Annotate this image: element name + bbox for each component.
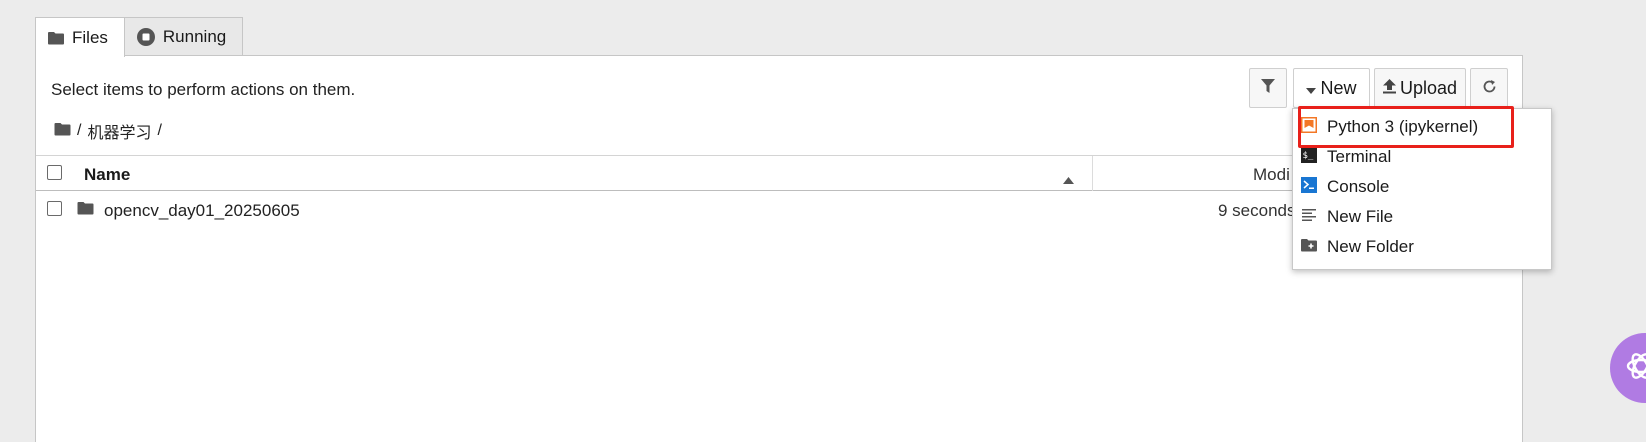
- sort-ascending-icon[interactable]: [1063, 171, 1074, 189]
- terminal-icon: $_: [1301, 146, 1317, 168]
- refresh-button[interactable]: [1470, 68, 1508, 108]
- menu-item-terminal[interactable]: $_ Terminal: [1293, 142, 1551, 172]
- refresh-icon: [1482, 78, 1497, 99]
- column-divider: [1092, 156, 1093, 191]
- upload-icon: [1382, 78, 1396, 99]
- breadcrumb-folder-link[interactable]: 机器学习: [87, 119, 151, 143]
- menu-item-label: Python 3 (ipykernel): [1327, 117, 1479, 136]
- selection-hint: Select items to perform actions on them.: [51, 80, 356, 99]
- breadcrumb: / 机器学习 /: [54, 119, 162, 143]
- menu-item-new-file[interactable]: New File: [1293, 202, 1551, 232]
- assistant-logo-icon: [1624, 349, 1646, 388]
- upload-button[interactable]: Upload: [1374, 68, 1466, 108]
- menu-item-python3[interactable]: Python 3 (ipykernel): [1293, 112, 1551, 142]
- folder-icon: [77, 201, 94, 220]
- row-modified: 9 seconds: [1218, 201, 1296, 220]
- console-icon: [1301, 176, 1317, 198]
- upload-button-label: Upload: [1399, 77, 1458, 98]
- tab-running-label: Running: [162, 27, 227, 46]
- caret-down-icon: [1306, 78, 1317, 99]
- text-file-icon: [1301, 207, 1317, 228]
- menu-item-new-folder[interactable]: New Folder: [1293, 232, 1551, 262]
- assistant-floating-button[interactable]: [1610, 333, 1646, 403]
- stop-circle-icon: [136, 28, 155, 46]
- new-dropdown-menu: Python 3 (ipykernel) $_ Terminal Console…: [1292, 108, 1552, 270]
- folder-icon: [48, 31, 64, 45]
- top-tabs: Files Running: [35, 17, 244, 57]
- new-folder-icon: [1301, 237, 1317, 257]
- menu-item-label: Console: [1327, 177, 1390, 196]
- tab-running[interactable]: Running: [123, 17, 244, 56]
- breadcrumb-trailing-separator: /: [157, 122, 162, 139]
- column-header-name[interactable]: Name: [84, 165, 130, 185]
- menu-item-label: Terminal: [1327, 147, 1392, 166]
- svg-text:$_: $_: [1303, 151, 1314, 161]
- menu-item-console[interactable]: Console: [1293, 172, 1551, 202]
- filter-icon: [1261, 78, 1275, 99]
- home-folder-icon[interactable]: [54, 122, 71, 141]
- select-all-checkbox[interactable]: [47, 165, 62, 180]
- menu-item-label: New File: [1327, 207, 1394, 226]
- tab-files[interactable]: Files: [35, 17, 125, 57]
- filter-button[interactable]: [1249, 68, 1287, 108]
- new-button[interactable]: New: [1293, 68, 1370, 108]
- tab-files-label: Files: [72, 27, 108, 47]
- notebook-icon: [1301, 116, 1317, 138]
- breadcrumb-separator: /: [77, 122, 82, 139]
- new-button-label: New: [1320, 77, 1357, 98]
- menu-item-label: New Folder: [1327, 237, 1414, 256]
- row-name-link[interactable]: opencv_day01_20250605: [104, 201, 300, 221]
- row-checkbox[interactable]: [47, 201, 62, 216]
- column-header-modified[interactable]: Modi: [1253, 165, 1290, 185]
